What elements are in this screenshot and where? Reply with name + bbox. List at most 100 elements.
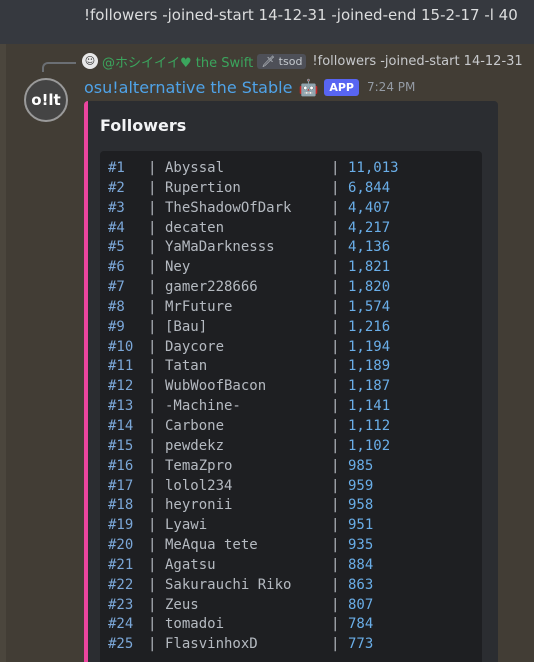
rank-cell: #24: [108, 616, 134, 633]
username-cell: decaten: [165, 219, 225, 236]
follower-count-cell: 1,187: [348, 378, 391, 395]
follower-count-cell: 958: [348, 497, 374, 514]
rank-cell: #17: [108, 477, 134, 494]
username-cell: Lyawi: [165, 517, 208, 534]
leaderboard-row: #24 | tomadoi | 784: [100, 615, 482, 635]
separator: |: [148, 576, 157, 593]
separator: |: [331, 239, 340, 256]
username-cell: Sakurauchi Riko: [165, 576, 292, 593]
rank-cell: #21: [108, 556, 134, 573]
follower-count-cell: 1,574: [348, 298, 391, 315]
rank-cell: #7: [108, 279, 125, 296]
username-cell: MeAqua tete: [165, 537, 258, 554]
rank-cell: #20: [108, 537, 134, 554]
username-cell: heyronii: [165, 497, 233, 514]
previous-message-text: !followers -joined-start 14-12-31 -joine…: [84, 6, 518, 24]
username-cell: Abyssal: [165, 160, 225, 176]
follower-count-cell: 4,136: [348, 239, 391, 256]
separator: |: [331, 259, 340, 276]
rank-cell: #12: [108, 378, 134, 395]
follower-count-cell: 884: [348, 556, 374, 573]
leaderboard-row: #5 | YaMaDarknesss | 4,136: [100, 238, 482, 258]
separator: |: [148, 636, 157, 653]
app-badge: APP: [324, 78, 359, 96]
followers-code-block: #1 | Abyssal | 11,013 #2 | Rupertion | 6,844 #3 | Th…: [100, 151, 482, 662]
rank-cell: #18: [108, 497, 134, 514]
separator: |: [148, 398, 157, 415]
separator: |: [331, 298, 340, 315]
username-cell: pewdekz: [165, 437, 225, 454]
rank-cell: #8: [108, 298, 125, 315]
leaderboard-row: #16 | TemaZpro | 985: [100, 457, 482, 477]
message-timestamp[interactable]: 7:24 PM: [367, 80, 415, 94]
separator: |: [331, 318, 340, 335]
separator: |: [331, 517, 340, 534]
follower-count-cell: 1,194: [348, 338, 391, 355]
leaderboard-row: #14 | Carbone | 1,112: [100, 417, 482, 437]
separator: |: [148, 318, 157, 335]
bot-username[interactable]: osu!alternative the Stable: [84, 78, 292, 97]
username-cell: [Bau]: [165, 318, 208, 335]
username-cell: Carbone: [165, 417, 225, 434]
username-cell: Ney: [165, 259, 191, 276]
leaderboard-row: #23 | Zeus | 807: [100, 596, 482, 616]
separator: |: [148, 338, 157, 355]
reply-username[interactable]: @ホシイイイ♥ the Swift: [102, 52, 253, 71]
separator: |: [148, 517, 157, 534]
username-cell: TemaZpro: [165, 457, 233, 474]
rank-cell: #14: [108, 417, 134, 434]
leaderboard-row: #2 | Rupertion | 6,844: [100, 179, 482, 199]
separator: |: [148, 477, 157, 494]
separator: |: [331, 477, 340, 494]
rank-cell: #22: [108, 576, 134, 593]
username-cell: WubWoofBacon: [165, 378, 267, 395]
reply-clan-tag: 🗡 tsod: [257, 53, 307, 69]
leaderboard-row: #12 | WubWoofBacon | 1,187: [100, 377, 482, 397]
separator: |: [331, 417, 340, 434]
separator: |: [331, 457, 340, 474]
separator: |: [148, 378, 157, 395]
follower-count-cell: 935: [348, 537, 374, 554]
separator: |: [331, 279, 340, 296]
follower-count-cell: 985: [348, 457, 374, 474]
separator: |: [331, 497, 340, 514]
separator: |: [148, 497, 157, 514]
follower-count-cell: 1,216: [348, 318, 391, 335]
separator: |: [148, 259, 157, 276]
separator: |: [331, 160, 340, 176]
reply-avatar[interactable]: ☺: [82, 53, 98, 69]
rank-cell: #15: [108, 437, 134, 454]
leaderboard-row: #6 | Ney | 1,821: [100, 258, 482, 278]
leaderboard-row: #8 | MrFuture | 1,574: [100, 298, 482, 318]
username-cell: FlasvinhoxD: [165, 636, 258, 653]
separator: |: [148, 358, 157, 375]
bot-avatar[interactable]: o!lt: [24, 78, 68, 122]
rank-cell: #19: [108, 517, 134, 534]
follower-count-cell: 1,820: [348, 279, 391, 296]
rank-cell: #1: [108, 160, 125, 176]
separator: |: [148, 298, 157, 315]
previous-message: !followers -joined-start 14-12-31 -joine…: [0, 0, 534, 44]
separator: |: [331, 636, 340, 653]
separator: |: [148, 199, 157, 216]
separator: |: [331, 437, 340, 454]
leaderboard-row: #7 | gamer228666 | 1,820: [100, 278, 482, 298]
leaderboard-row: #1 | Abyssal | 11,013: [100, 159, 482, 179]
leaderboard-row: #11 | Tatan | 1,189: [100, 357, 482, 377]
rank-cell: #16: [108, 457, 134, 474]
username-cell: lolol234: [165, 477, 233, 494]
reply-content[interactable]: !followers -joined-start 14-12-31: [312, 54, 522, 69]
rank-cell: #11: [108, 358, 134, 375]
follower-count-cell: 4,217: [348, 219, 391, 236]
username-cell: gamer228666: [165, 279, 258, 296]
follower-count-cell: 784: [348, 616, 374, 633]
reply-reference[interactable]: ☺ @ホシイイイ♥ the Swift 🗡 tsod !followers -j…: [82, 51, 523, 71]
leaderboard-row: #10 | Daycore | 1,194: [100, 338, 482, 358]
rank-cell: #25: [108, 636, 134, 653]
separator: |: [148, 596, 157, 613]
leaderboard-row: #9 | [Bau] | 1,216: [100, 318, 482, 338]
follower-count-cell: 951: [348, 517, 374, 534]
follower-count-cell: 6,844: [348, 179, 391, 196]
leaderboard-row: #13 | -Machine- | 1,141: [100, 397, 482, 417]
separator: |: [148, 239, 157, 256]
